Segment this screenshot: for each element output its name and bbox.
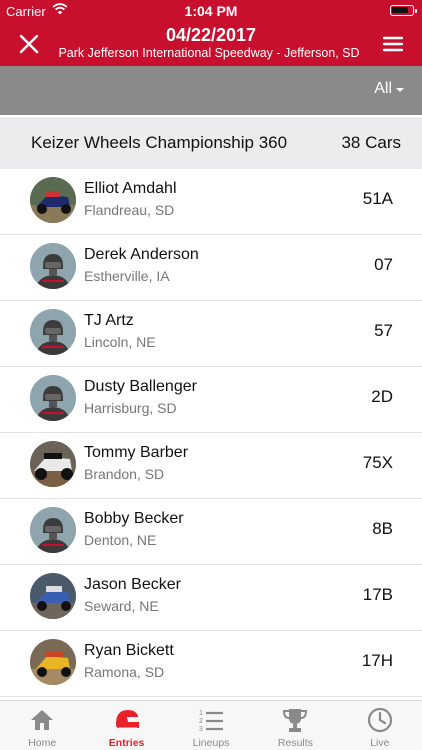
driver-photo <box>30 177 76 223</box>
battery-icon <box>390 5 417 16</box>
driver-hometown: Seward, NE <box>84 598 159 614</box>
car-number: 17B <box>362 585 393 604</box>
tab-results[interactable]: Results <box>253 701 337 750</box>
driver-avatar-icon <box>30 309 76 355</box>
entry-row[interactable]: Tommy Barber Brandon, SD 75X <box>0 433 422 499</box>
tab-label: Home <box>28 737 57 749</box>
car-number: 57 <box>374 321 393 340</box>
car-number: 8B <box>372 519 393 538</box>
driver-hometown: Estherville, IA <box>84 268 170 284</box>
driver-hometown: Flandreau, SD <box>84 202 175 218</box>
driver-avatar-icon <box>30 375 76 421</box>
driver-name: Derek Anderson <box>84 246 199 263</box>
svg-text:2: 2 <box>199 718 203 725</box>
nav-bar: 04/22/2017 Park Jefferson International … <box>0 22 422 66</box>
car-number: 75X <box>362 453 393 472</box>
car-count: 38 Cars <box>341 133 401 152</box>
entry-row[interactable]: Elliot Amdahl Flandreau, SD 51A <box>0 169 422 235</box>
tab-lineups[interactable]: 1 2 3 Lineups <box>169 701 253 750</box>
page-subtitle: Park Jefferson International Speedway - … <box>58 46 360 60</box>
clock-icon <box>366 706 394 734</box>
trophy-icon <box>281 706 309 734</box>
class-name: Keizer Wheels Championship 360 <box>31 133 288 152</box>
filter-dropdown[interactable]: All <box>374 80 404 98</box>
entry-row[interactable]: Derek Anderson Estherville, IA 07 <box>0 235 422 301</box>
driver-name: Jason Becker <box>84 576 181 593</box>
entry-row[interactable]: TJ Artz Lincoln, NE 57 <box>0 301 422 367</box>
driver-hometown: Harrisburg, SD <box>84 400 177 416</box>
driver-name: Dusty Ballenger <box>84 378 197 395</box>
caret-down-icon <box>396 87 404 92</box>
helmet-icon <box>113 706 141 734</box>
entry-row[interactable]: Bobby Becker Denton, NE 8B <box>0 499 422 565</box>
car-number: 51A <box>362 189 393 208</box>
close-button[interactable] <box>16 31 42 57</box>
entry-row[interactable]: Dusty Ballenger Harrisburg, SD 2D <box>0 367 422 433</box>
driver-photo <box>30 441 76 487</box>
driver-hometown: Brandon, SD <box>84 466 165 482</box>
driver-name: TJ Artz <box>84 312 134 329</box>
close-icon <box>19 34 39 54</box>
driver-name: Tommy Barber <box>84 444 189 461</box>
entry-row[interactable]: Jason Becker Seward, NE 17B <box>0 565 422 631</box>
tab-live[interactable]: Live <box>338 701 422 750</box>
page-title: 04/22/2017 <box>165 25 257 45</box>
status-bar: Carrier 1:04 PM <box>0 0 422 22</box>
driver-photo <box>30 573 76 619</box>
driver-hometown: Lincoln, NE <box>84 334 156 350</box>
driver-photo <box>30 639 76 685</box>
filter-bar: All <box>0 66 422 115</box>
svg-text:3: 3 <box>199 726 203 733</box>
driver-name: Bobby Becker <box>84 510 184 527</box>
entry-row[interactable]: Ryan Bickett Ramona, SD 17H <box>0 631 422 697</box>
tab-home[interactable]: Home <box>0 701 84 750</box>
car-number: 2D <box>371 387 393 406</box>
tab-label: Entries <box>108 737 145 749</box>
driver-avatar-icon <box>30 507 76 553</box>
status-time: 1:04 PM <box>184 3 238 19</box>
tab-label: Results <box>277 737 313 749</box>
driver-hometown: Denton, NE <box>84 532 157 548</box>
car-number: 07 <box>374 255 393 274</box>
tab-label: Live <box>370 737 390 749</box>
tab-entries[interactable]: Entries <box>84 701 168 750</box>
tab-bar: Home Entries 1 2 3 Lineups Results Live <box>0 700 422 750</box>
driver-name: Ryan Bickett <box>84 642 174 659</box>
home-icon <box>28 706 56 734</box>
driver-name: Elliot Amdahl <box>84 180 177 197</box>
driver-hometown: Ramona, SD <box>84 664 165 680</box>
menu-button[interactable] <box>380 31 406 57</box>
filter-label: All <box>374 80 392 97</box>
tab-label: Lineups <box>192 737 230 749</box>
hamburger-icon <box>382 36 404 52</box>
entry-list[interactable]: Elliot Amdahl Flandreau, SD 51A Derek Ander… <box>0 169 422 700</box>
driver-avatar-icon <box>30 243 76 289</box>
car-number: 17H <box>361 651 393 670</box>
list-icon: 123 <box>197 706 225 734</box>
svg-text:1: 1 <box>199 710 203 717</box>
class-header[interactable]: Keizer Wheels Championship 360 38 Cars <box>0 117 422 169</box>
